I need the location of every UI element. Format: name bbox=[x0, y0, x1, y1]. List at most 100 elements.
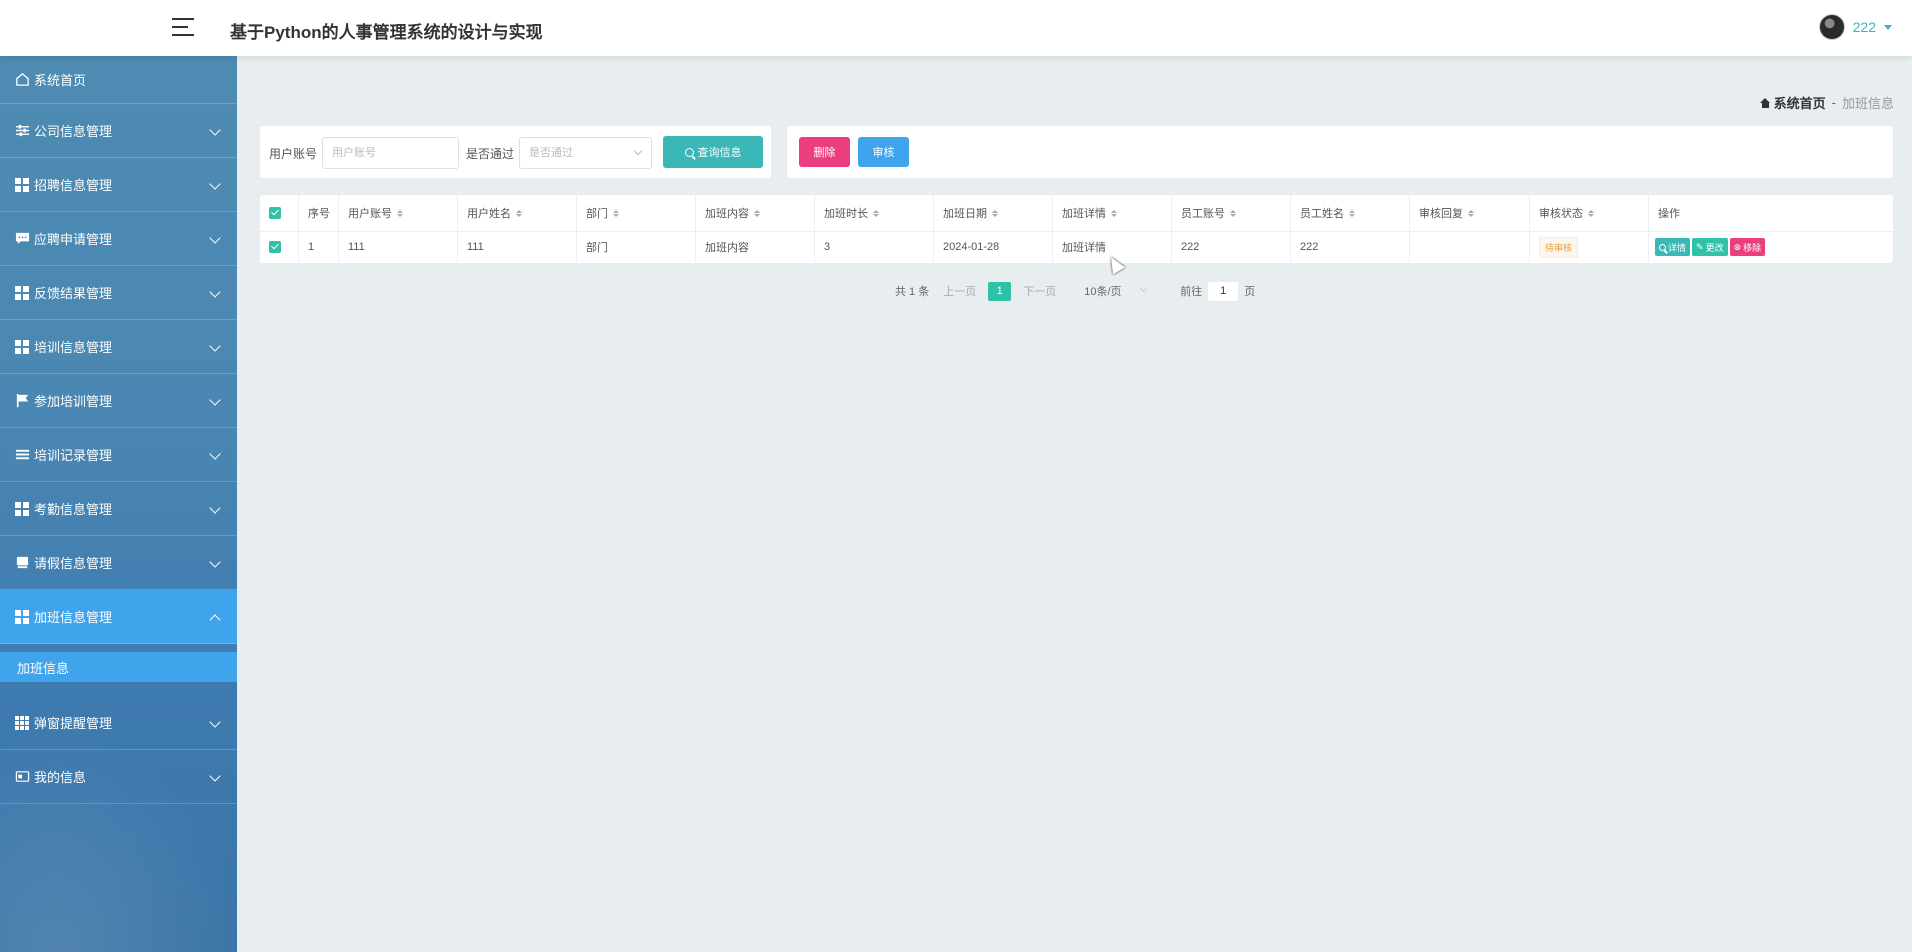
flag-icon bbox=[14, 393, 30, 409]
avatar[interactable] bbox=[1818, 14, 1845, 40]
sidebar-item-recruitment-info[interactable]: 招聘信息管理 bbox=[0, 158, 237, 212]
column-header[interactable]: 加班内容 bbox=[696, 195, 815, 231]
list-icon bbox=[14, 447, 30, 463]
user-name[interactable]: 222 bbox=[1853, 19, 1876, 35]
edit-button-label: 更改 bbox=[1705, 242, 1724, 253]
caret-down-icon bbox=[1884, 24, 1892, 30]
sidebar-item-feedback[interactable]: 反馈结果管理 bbox=[0, 266, 237, 320]
row-checkbox[interactable] bbox=[269, 241, 281, 253]
sort-icon[interactable] bbox=[516, 209, 522, 217]
column-header: 序号 bbox=[299, 195, 339, 231]
sidebar-item-attendance[interactable]: 考勤信息管理 bbox=[0, 482, 237, 536]
pagination-total: 共 1 条 bbox=[895, 286, 930, 298]
sidebar-item-training-info[interactable]: 培训信息管理 bbox=[0, 320, 237, 374]
passed-select-placeholder: 是否通过 bbox=[529, 147, 573, 159]
sidebar-item-training-record[interactable]: 培训记录管理 bbox=[0, 428, 237, 482]
search-panel: 用户账号 用户账号 是否通过 是否通过 查询信息 bbox=[260, 126, 771, 178]
cell-overtime-content: 加班内容 bbox=[696, 232, 815, 262]
detail-button-label: 详情 bbox=[1668, 242, 1687, 253]
sort-icon[interactable] bbox=[992, 209, 998, 217]
delete-button[interactable]: 删除 bbox=[799, 137, 850, 167]
column-header: 操作 bbox=[1658, 208, 1680, 220]
sidebar-item-application[interactable]: 应聘申请管理 bbox=[0, 212, 237, 266]
menu-toggle-icon[interactable] bbox=[172, 18, 194, 38]
account-label: 用户账号 bbox=[269, 147, 318, 161]
column-header[interactable]: 员工姓名 bbox=[1291, 195, 1410, 231]
sidebar-item-label: 招聘信息管理 bbox=[34, 178, 113, 193]
sidebar-item-label: 加班信息管理 bbox=[34, 610, 113, 625]
cell-user-name: 111 bbox=[458, 232, 577, 262]
detail-button[interactable]: 详情 bbox=[1655, 238, 1691, 256]
next-page-button[interactable]: 下一页 bbox=[1023, 283, 1056, 299]
sidebar-subitem-overtime-info[interactable]: 加班信息 bbox=[0, 652, 237, 682]
review-button[interactable]: 审核 bbox=[858, 137, 909, 167]
column-header[interactable]: 加班时长 bbox=[815, 195, 934, 231]
column-header[interactable]: 员工账号 bbox=[1172, 195, 1291, 231]
sidebar-item-company-info[interactable]: 公司信息管理 bbox=[0, 104, 237, 158]
sidebar-item-label: 我的信息 bbox=[34, 770, 87, 785]
table-row: 1 111 111 部门 加班内容 3 2024-01-28 加班详情 222 … bbox=[260, 232, 1893, 262]
home-icon bbox=[14, 72, 30, 88]
sort-icon[interactable] bbox=[1111, 209, 1117, 217]
column-header[interactable]: 加班日期 bbox=[934, 195, 1053, 231]
select-all-checkbox[interactable] bbox=[269, 207, 281, 219]
pagination: 共 1 条 上一页 1 下一页 10条/页 前往 1 页 bbox=[895, 281, 1255, 301]
sidebar-item-label: 考勤信息管理 bbox=[34, 502, 113, 517]
data-table: 序号 用户账号 用户姓名 部门 加班内容 加班时长 加班日期 加班详情 员工账号… bbox=[260, 195, 1893, 263]
column-header[interactable]: 审核状态 bbox=[1530, 195, 1649, 231]
column-header[interactable]: 审核回复 bbox=[1410, 195, 1530, 231]
cell-employee-account: 222 bbox=[1172, 232, 1291, 262]
sidebar-item-my-info[interactable]: 我的信息 bbox=[0, 750, 237, 804]
sidebar: 系统首页 公司信息管理 招聘信息管理 应聘申请管理 反馈结果管理 培训信息管理 … bbox=[0, 56, 237, 952]
cell-employee-name: 222 bbox=[1291, 232, 1410, 262]
breadcrumb-home-label[interactable]: 系统首页 bbox=[1774, 93, 1826, 112]
chevron-down-icon bbox=[209, 393, 221, 406]
sort-icon[interactable] bbox=[873, 209, 879, 217]
prev-page-button[interactable]: 上一页 bbox=[943, 283, 976, 299]
sort-icon[interactable] bbox=[1349, 209, 1355, 217]
cell-index: 1 bbox=[299, 232, 339, 262]
monitor-icon bbox=[14, 555, 30, 571]
chevron-down-icon bbox=[209, 501, 221, 514]
page-number-button[interactable]: 1 bbox=[988, 281, 1012, 301]
remove-button[interactable]: ⊗ 移除 bbox=[1729, 238, 1766, 256]
grid-icon bbox=[14, 609, 30, 625]
sidebar-item-training-join[interactable]: 参加培训管理 bbox=[0, 374, 237, 428]
home-icon bbox=[1759, 97, 1771, 108]
user-menu[interactable]: 222 bbox=[1818, 14, 1892, 40]
sidebar-item-label: 公司信息管理 bbox=[34, 124, 113, 139]
sort-icon[interactable] bbox=[1230, 209, 1236, 217]
sidebar-item-label: 请假信息管理 bbox=[34, 556, 113, 571]
sort-icon[interactable] bbox=[397, 209, 403, 217]
column-header[interactable]: 用户姓名 bbox=[458, 195, 577, 231]
sort-icon[interactable] bbox=[1588, 209, 1594, 217]
cell-overtime-hours: 3 bbox=[815, 232, 934, 262]
account-input[interactable]: 用户账号 bbox=[322, 137, 459, 169]
passed-label: 是否通过 bbox=[466, 147, 515, 161]
sidebar-item-home[interactable]: 系统首页 bbox=[0, 56, 237, 104]
select-all-cell bbox=[260, 195, 299, 231]
chevron-down-icon bbox=[633, 146, 643, 156]
sidebar-item-popup-reminder[interactable]: 弹窗提醒管理 bbox=[0, 696, 237, 750]
remove-button-label: 移除 bbox=[1743, 242, 1762, 253]
sort-icon[interactable] bbox=[1468, 209, 1474, 217]
page-size-select[interactable]: 10条/页 bbox=[1084, 283, 1152, 299]
column-header[interactable]: 部门 bbox=[577, 195, 696, 231]
sidebar-item-leave[interactable]: 请假信息管理 bbox=[0, 536, 237, 590]
cell-department: 部门 bbox=[577, 232, 696, 262]
sort-icon[interactable] bbox=[754, 209, 760, 217]
edit-button[interactable]: ✎ 更改 bbox=[1692, 238, 1728, 256]
passed-select[interactable]: 是否通过 bbox=[519, 137, 652, 169]
chat-icon bbox=[14, 231, 30, 247]
cell-user-account: 111 bbox=[339, 232, 458, 262]
column-header[interactable]: 用户账号 bbox=[339, 195, 458, 231]
query-button[interactable]: 查询信息 bbox=[663, 136, 763, 168]
sidebar-item-overtime[interactable]: 加班信息管理 bbox=[0, 590, 237, 644]
grid-icon bbox=[14, 285, 30, 301]
chevron-down-icon bbox=[209, 123, 221, 136]
sidebar-item-label: 反馈结果管理 bbox=[34, 286, 113, 301]
sort-icon[interactable] bbox=[613, 209, 619, 217]
goto-page-input[interactable]: 1 bbox=[1208, 281, 1239, 301]
breadcrumb-home[interactable]: 系统首页 bbox=[1759, 93, 1826, 112]
column-header[interactable]: 加班详情 bbox=[1053, 195, 1172, 231]
